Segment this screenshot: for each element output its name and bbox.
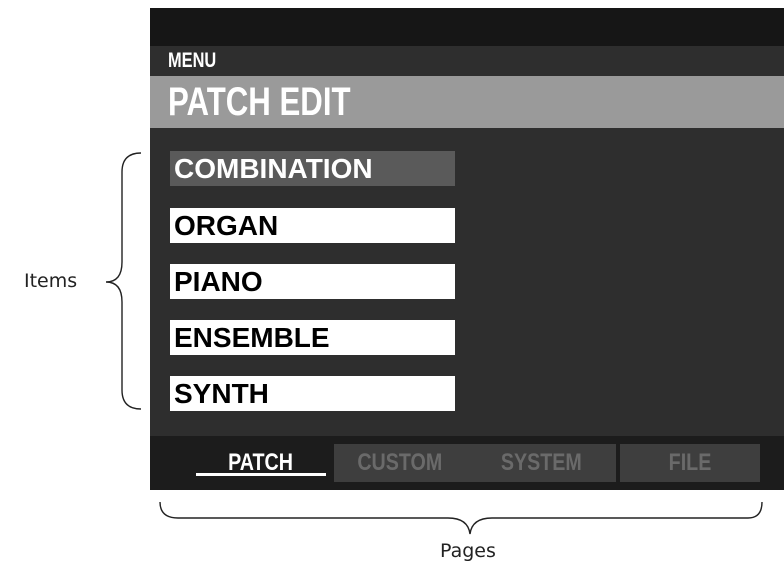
pages-annotation: Pages (440, 540, 496, 562)
items-annotation: Items (24, 270, 78, 292)
items-brace (105, 152, 142, 410)
pages-brace (159, 501, 763, 535)
annotation-braces (105, 152, 763, 535)
